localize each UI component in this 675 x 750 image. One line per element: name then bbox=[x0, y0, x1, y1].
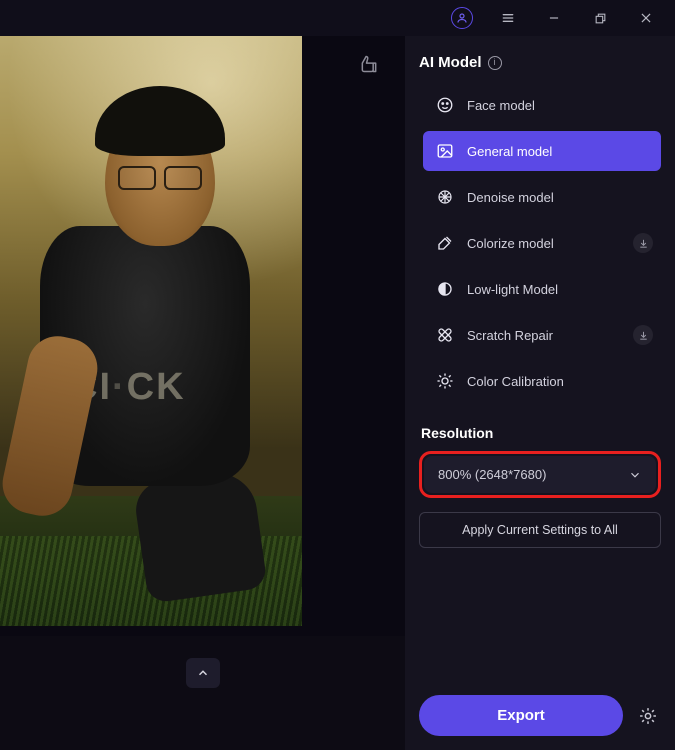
model-lowlight[interactable]: Low-light Model bbox=[423, 269, 661, 309]
export-row: Export bbox=[419, 695, 661, 736]
model-label: Face model bbox=[467, 98, 535, 113]
panel-title: AI Model bbox=[419, 54, 482, 71]
apply-label: Apply Current Settings to All bbox=[462, 523, 618, 537]
model-label: Colorize model bbox=[467, 236, 554, 251]
gear-icon bbox=[638, 706, 658, 726]
titlebar bbox=[0, 0, 675, 36]
main-area: CI·CK AI Model bbox=[0, 36, 675, 750]
menu-button[interactable] bbox=[485, 0, 531, 36]
model-face[interactable]: Face model bbox=[423, 85, 661, 125]
model-label: Denoise model bbox=[467, 190, 554, 205]
model-label: General model bbox=[467, 144, 552, 159]
model-color-calibration[interactable]: Color Calibration bbox=[423, 361, 661, 401]
model-list: Face model General model Denoise model bbox=[423, 85, 661, 401]
apply-all-button[interactable]: Apply Current Settings to All bbox=[419, 512, 661, 548]
half-moon-icon bbox=[435, 279, 455, 299]
denoise-icon bbox=[435, 187, 455, 207]
model-colorize[interactable]: Colorize model bbox=[423, 223, 661, 263]
thumbs-down-button[interactable] bbox=[359, 54, 379, 74]
user-icon bbox=[451, 7, 473, 29]
export-label: Export bbox=[497, 707, 545, 724]
info-icon[interactable]: i bbox=[488, 56, 502, 70]
download-icon[interactable] bbox=[633, 233, 653, 253]
face-icon bbox=[435, 95, 455, 115]
account-button[interactable] bbox=[439, 0, 485, 36]
brightness-icon bbox=[435, 371, 455, 391]
resolution-highlight: 800% (2648*7680) bbox=[419, 451, 661, 498]
chevron-down-icon bbox=[628, 468, 642, 482]
preview-footer bbox=[0, 636, 405, 750]
hamburger-icon bbox=[500, 10, 516, 26]
download-icon[interactable] bbox=[633, 325, 653, 345]
resolution-dropdown[interactable]: 800% (2648*7680) bbox=[424, 456, 656, 493]
preview-image: CI·CK bbox=[0, 36, 302, 626]
export-settings-button[interactable] bbox=[635, 703, 661, 729]
model-scratch[interactable]: Scratch Repair bbox=[423, 315, 661, 355]
maximize-icon bbox=[594, 12, 607, 25]
preview-pane: CI·CK bbox=[0, 36, 405, 750]
image-icon bbox=[435, 141, 455, 161]
minimize-icon bbox=[547, 11, 561, 25]
model-label: Scratch Repair bbox=[467, 328, 553, 343]
collapse-thumbnails-button[interactable] bbox=[186, 658, 220, 688]
chevron-up-icon bbox=[196, 666, 210, 680]
panel-header: AI Model i bbox=[419, 54, 661, 71]
app-window: CI·CK AI Model bbox=[0, 0, 675, 750]
resolution-title: Resolution bbox=[421, 425, 661, 441]
model-general[interactable]: General model bbox=[423, 131, 661, 171]
image-viewport[interactable]: CI·CK bbox=[0, 36, 405, 636]
maximize-button[interactable] bbox=[577, 0, 623, 36]
export-button[interactable]: Export bbox=[419, 695, 623, 736]
model-denoise[interactable]: Denoise model bbox=[423, 177, 661, 217]
close-icon bbox=[639, 11, 653, 25]
model-label: Low-light Model bbox=[467, 282, 558, 297]
close-button[interactable] bbox=[623, 0, 669, 36]
bandage-icon bbox=[435, 325, 455, 345]
resolution-value: 800% (2648*7680) bbox=[438, 467, 546, 482]
settings-panel: AI Model i Face model General model bbox=[405, 36, 675, 750]
model-label: Color Calibration bbox=[467, 374, 564, 389]
paint-icon bbox=[435, 233, 455, 253]
minimize-button[interactable] bbox=[531, 0, 577, 36]
